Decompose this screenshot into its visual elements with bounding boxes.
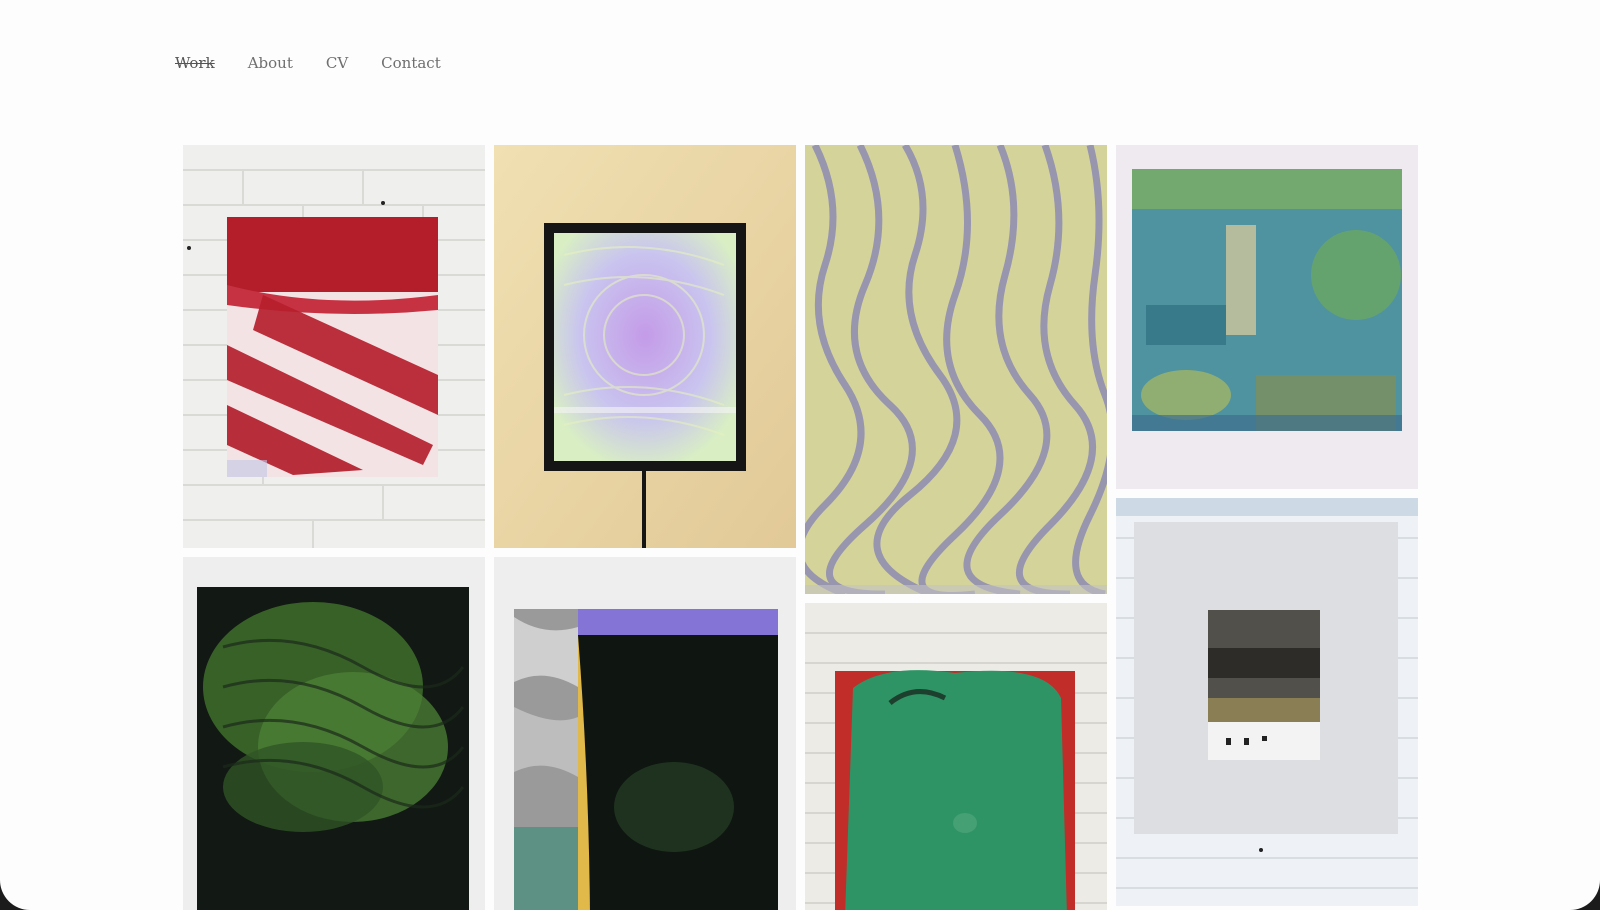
- artwork-tile-yellow-blue-moire[interactable]: [805, 145, 1107, 594]
- gallery-column-4: [1116, 145, 1418, 906]
- artwork-tile-white-photo-painting[interactable]: [1116, 498, 1418, 906]
- main-navigation: Work About CV Contact: [175, 54, 441, 72]
- nav-link-work[interactable]: Work: [175, 54, 215, 72]
- artwork-tile-lightbox-monitor[interactable]: [494, 145, 796, 548]
- artwork-image: [183, 145, 485, 548]
- artwork-tile-purple-black-collage[interactable]: [494, 557, 796, 910]
- artwork-image: [183, 557, 485, 910]
- gallery-column-3: [805, 145, 1107, 910]
- artwork-image: [1116, 498, 1418, 906]
- artwork-image: [494, 557, 796, 910]
- artwork-tile-red-spray-painting[interactable]: [183, 145, 485, 548]
- artwork-tile-dark-green-moire[interactable]: [183, 557, 485, 910]
- gallery-column-2: [494, 145, 796, 910]
- gallery-column-1: [183, 145, 485, 910]
- artwork-image: [805, 603, 1107, 910]
- nav-link-about[interactable]: About: [248, 54, 293, 72]
- nav-link-cv[interactable]: CV: [326, 54, 348, 72]
- browser-viewport: Work About CV Contact: [0, 0, 1600, 910]
- nav-link-contact[interactable]: Contact: [381, 54, 441, 72]
- artwork-tile-teal-collage[interactable]: [1116, 145, 1418, 489]
- artwork-image: [494, 145, 796, 548]
- artwork-tile-green-red-painting[interactable]: [805, 603, 1107, 910]
- artwork-image: [805, 145, 1107, 594]
- artwork-image: [1116, 145, 1418, 489]
- artwork-gallery: [183, 145, 1419, 910]
